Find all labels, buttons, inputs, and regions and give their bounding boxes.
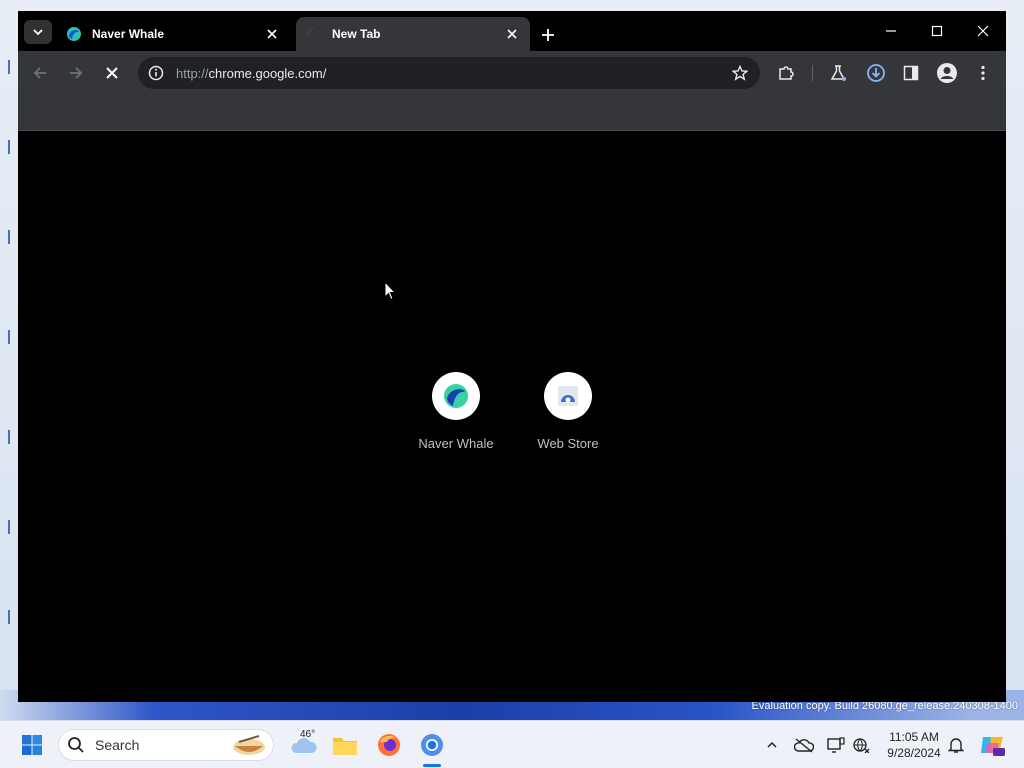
- notifications-button[interactable]: [940, 729, 972, 761]
- extensions-button[interactable]: [774, 61, 798, 85]
- tab-naver-whale[interactable]: Naver Whale: [56, 17, 290, 51]
- file-explorer-button[interactable]: [329, 729, 361, 761]
- chevron-down-icon: [33, 29, 43, 36]
- maximize-icon: [931, 25, 943, 37]
- network-globe-icon: [853, 738, 870, 753]
- tab-new-tab[interactable]: New Tab: [296, 17, 530, 51]
- arrow-left-icon: [33, 67, 46, 79]
- show-hidden-icons-button[interactable]: [756, 729, 788, 761]
- naver-whale-icon: [67, 27, 81, 41]
- firefox-button[interactable]: [373, 729, 405, 761]
- bookmarks-bar: [18, 95, 1006, 131]
- start-button[interactable]: [16, 729, 48, 761]
- shortcut-web-store[interactable]: Web Store: [512, 372, 624, 451]
- close-icon: [267, 29, 277, 39]
- search-icon: [68, 737, 84, 753]
- browser-window: Naver Whale New Tab http://chrome.google…: [18, 11, 1006, 702]
- shortcut-icon-circle: [544, 372, 592, 420]
- mouse-cursor-icon: [384, 281, 396, 301]
- monitor-icon: [827, 737, 845, 753]
- browser-toolbar: http://chrome.google.com/: [18, 51, 1006, 95]
- taskbar: Search 46° 11:05 AM 9/28/2024: [0, 720, 1024, 768]
- tab-title: New Tab: [332, 27, 381, 41]
- chevron-up-icon: [767, 741, 777, 748]
- tab-search-button[interactable]: [24, 20, 52, 44]
- download-icon: [867, 64, 885, 82]
- maximize-button[interactable]: [922, 19, 952, 43]
- arrow-right-icon: [70, 67, 83, 79]
- active-app-indicator: [423, 764, 441, 767]
- url-scheme: http://: [176, 65, 209, 81]
- star-icon: [732, 65, 748, 81]
- weather-temperature: 46°: [300, 729, 316, 740]
- chrome-taskbar-button[interactable]: [416, 729, 448, 761]
- windows-logo-icon: [22, 735, 42, 755]
- tab-title: Naver Whale: [92, 27, 165, 41]
- loading-spinner-icon: [307, 27, 315, 38]
- close-window-button[interactable]: [968, 19, 998, 43]
- kebab-menu-icon: [981, 65, 985, 81]
- avatar-icon: [937, 63, 957, 83]
- url-host: chrome.google.com/: [208, 65, 327, 81]
- close-tab-button[interactable]: [504, 26, 520, 42]
- profile-button[interactable]: [935, 61, 959, 85]
- folder-icon: [333, 738, 357, 755]
- chrome-icon: [421, 734, 443, 756]
- downloads-button[interactable]: [864, 61, 888, 85]
- copilot-button[interactable]: [976, 729, 1008, 761]
- shortcut-icon-circle: [432, 372, 480, 420]
- network-button[interactable]: [846, 729, 878, 761]
- new-tab-page: Naver Whale Web Store: [18, 132, 1006, 702]
- copilot-icon: [981, 737, 1005, 756]
- plus-icon: [542, 29, 554, 41]
- info-icon: [148, 65, 164, 81]
- stop-loading-button[interactable]: [100, 61, 124, 85]
- web-store-icon: [558, 386, 578, 406]
- minimize-button[interactable]: [876, 19, 906, 43]
- close-tab-button[interactable]: [264, 26, 280, 42]
- puzzle-icon: [779, 66, 794, 80]
- close-icon: [507, 29, 517, 39]
- shortcut-naver-whale[interactable]: Naver Whale: [400, 372, 512, 451]
- taskbar-search[interactable]: Search: [58, 729, 274, 761]
- side-panel-button[interactable]: [899, 61, 923, 85]
- menu-button[interactable]: [971, 61, 995, 85]
- minimize-icon: [886, 30, 896, 32]
- labs-button[interactable]: [826, 61, 850, 85]
- title-bar: Naver Whale New Tab: [18, 11, 1006, 51]
- close-icon: [106, 67, 118, 79]
- search-label: Search: [95, 737, 140, 753]
- food-bowl-icon: [233, 735, 265, 755]
- shortcut-label: Naver Whale: [418, 436, 494, 451]
- shortcut-label: Web Store: [537, 436, 599, 451]
- desktop-icons-edge: [0, 50, 20, 690]
- back-button[interactable]: [28, 61, 52, 85]
- bookmark-star-button[interactable]: [724, 57, 756, 89]
- close-icon: [977, 25, 989, 37]
- forward-button[interactable]: [64, 61, 88, 85]
- side-panel-icon: [903, 65, 919, 81]
- bell-icon: [948, 738, 964, 753]
- cloud-offline-icon: [794, 738, 814, 753]
- flask-icon: [830, 65, 846, 81]
- address-bar[interactable]: http://chrome.google.com/: [138, 57, 760, 89]
- site-info-button[interactable]: [140, 57, 172, 89]
- firefox-icon: [378, 734, 400, 756]
- onedrive-offline-button[interactable]: [788, 729, 820, 761]
- url-text[interactable]: http://chrome.google.com/: [172, 66, 724, 81]
- new-tab-button[interactable]: [536, 23, 560, 47]
- naver-whale-icon: [444, 384, 468, 408]
- toolbar-separator: [812, 65, 813, 81]
